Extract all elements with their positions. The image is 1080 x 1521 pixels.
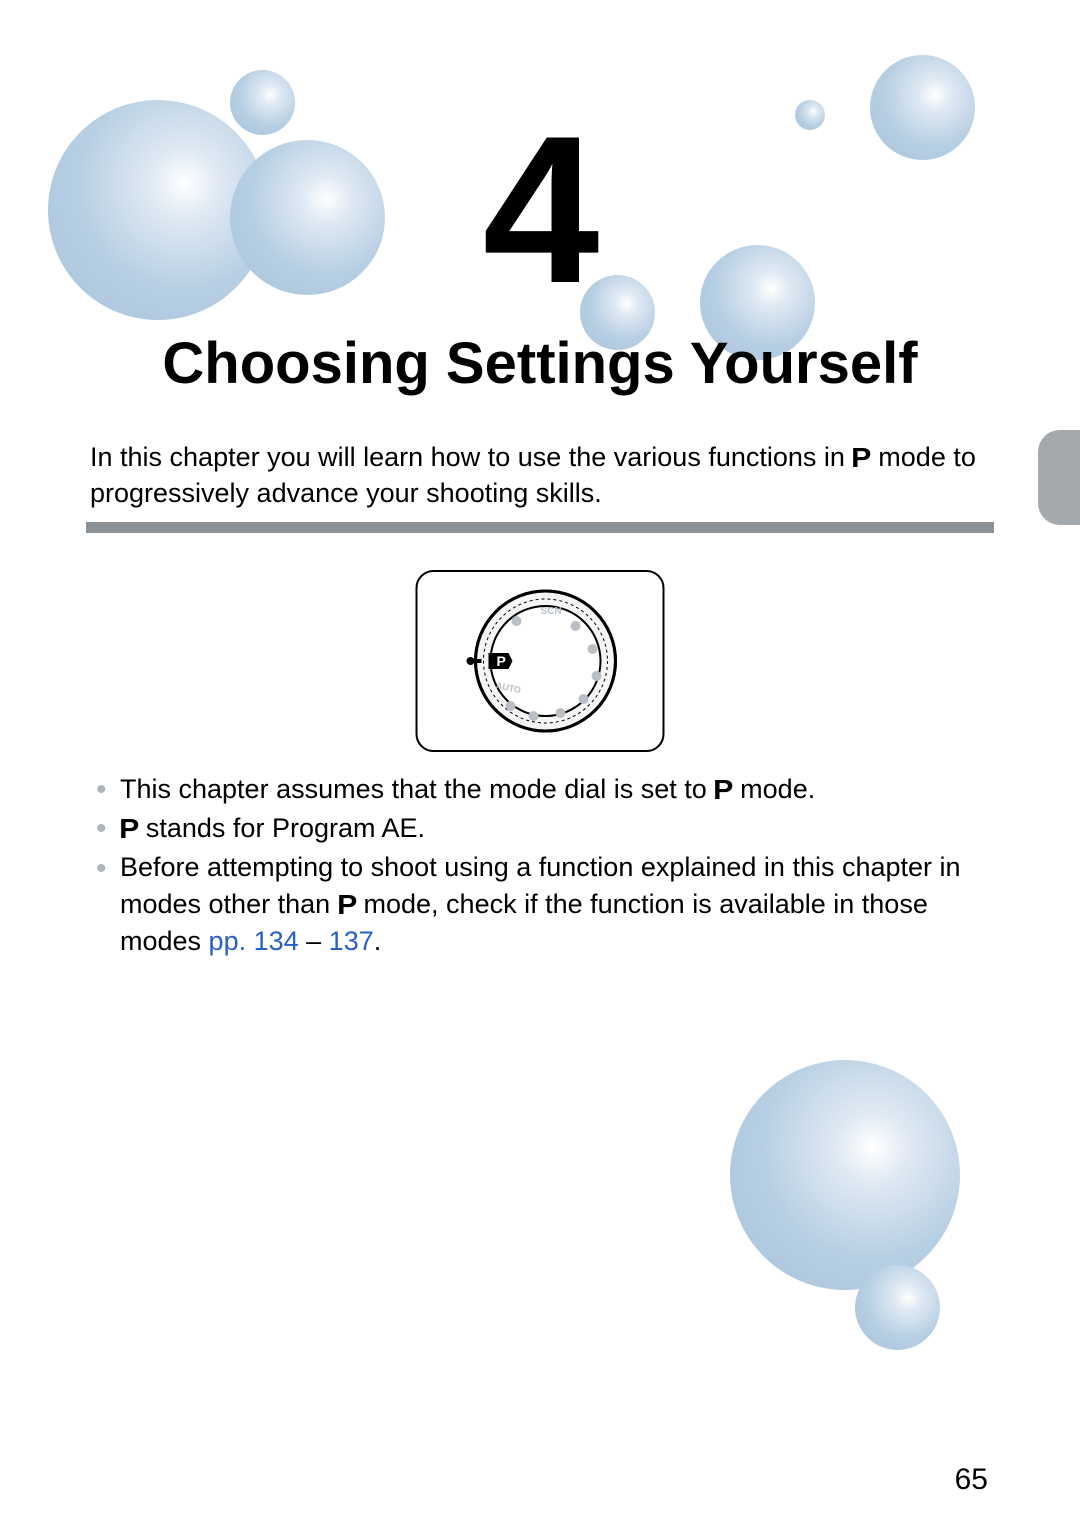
chapter-tab	[1038, 430, 1080, 525]
bullet-list: This chapter assumes that the mode dial …	[90, 770, 998, 961]
p-mode-icon: P	[713, 771, 733, 808]
intro-text: In this chapter you will learn how to us…	[90, 442, 852, 472]
list-item: Before attempting to shoot using a funct…	[90, 849, 998, 959]
decorative-bubble	[855, 1265, 940, 1350]
bullet-text: mode.	[733, 774, 816, 804]
decorative-bubble	[870, 55, 975, 160]
bullet-text: –	[299, 926, 329, 956]
svg-text:P: P	[496, 653, 505, 669]
list-item: P stands for Program AE.	[90, 809, 998, 846]
bullet-text: This chapter assumes that the mode dial …	[120, 774, 714, 804]
p-mode-icon: P	[852, 439, 872, 476]
mode-dial-illustration: P AUTO SCN	[416, 570, 665, 752]
chapter-number: 4	[483, 105, 598, 315]
svg-text:SCN: SCN	[540, 606, 561, 617]
bullet-text: .	[374, 926, 382, 956]
page-reference-link[interactable]: 137	[329, 926, 374, 956]
decorative-bubble	[795, 100, 825, 130]
intro-paragraph: In this chapter you will learn how to us…	[90, 438, 990, 512]
mode-dial-svg: P AUTO SCN	[450, 581, 630, 741]
decorative-bubble	[230, 140, 385, 295]
p-mode-icon: P	[337, 886, 357, 923]
page-reference-link[interactable]: pp. 134	[209, 926, 299, 956]
p-mode-icon: P	[119, 810, 139, 847]
page-number: 65	[955, 1463, 988, 1497]
chapter-title: Choosing Settings Yourself	[0, 330, 1080, 397]
decorative-bubble	[730, 1060, 960, 1290]
bullet-text: stands for Program AE.	[138, 813, 425, 843]
list-item: This chapter assumes that the mode dial …	[90, 770, 998, 807]
decorative-bubble	[230, 70, 295, 135]
section-divider	[86, 522, 994, 533]
